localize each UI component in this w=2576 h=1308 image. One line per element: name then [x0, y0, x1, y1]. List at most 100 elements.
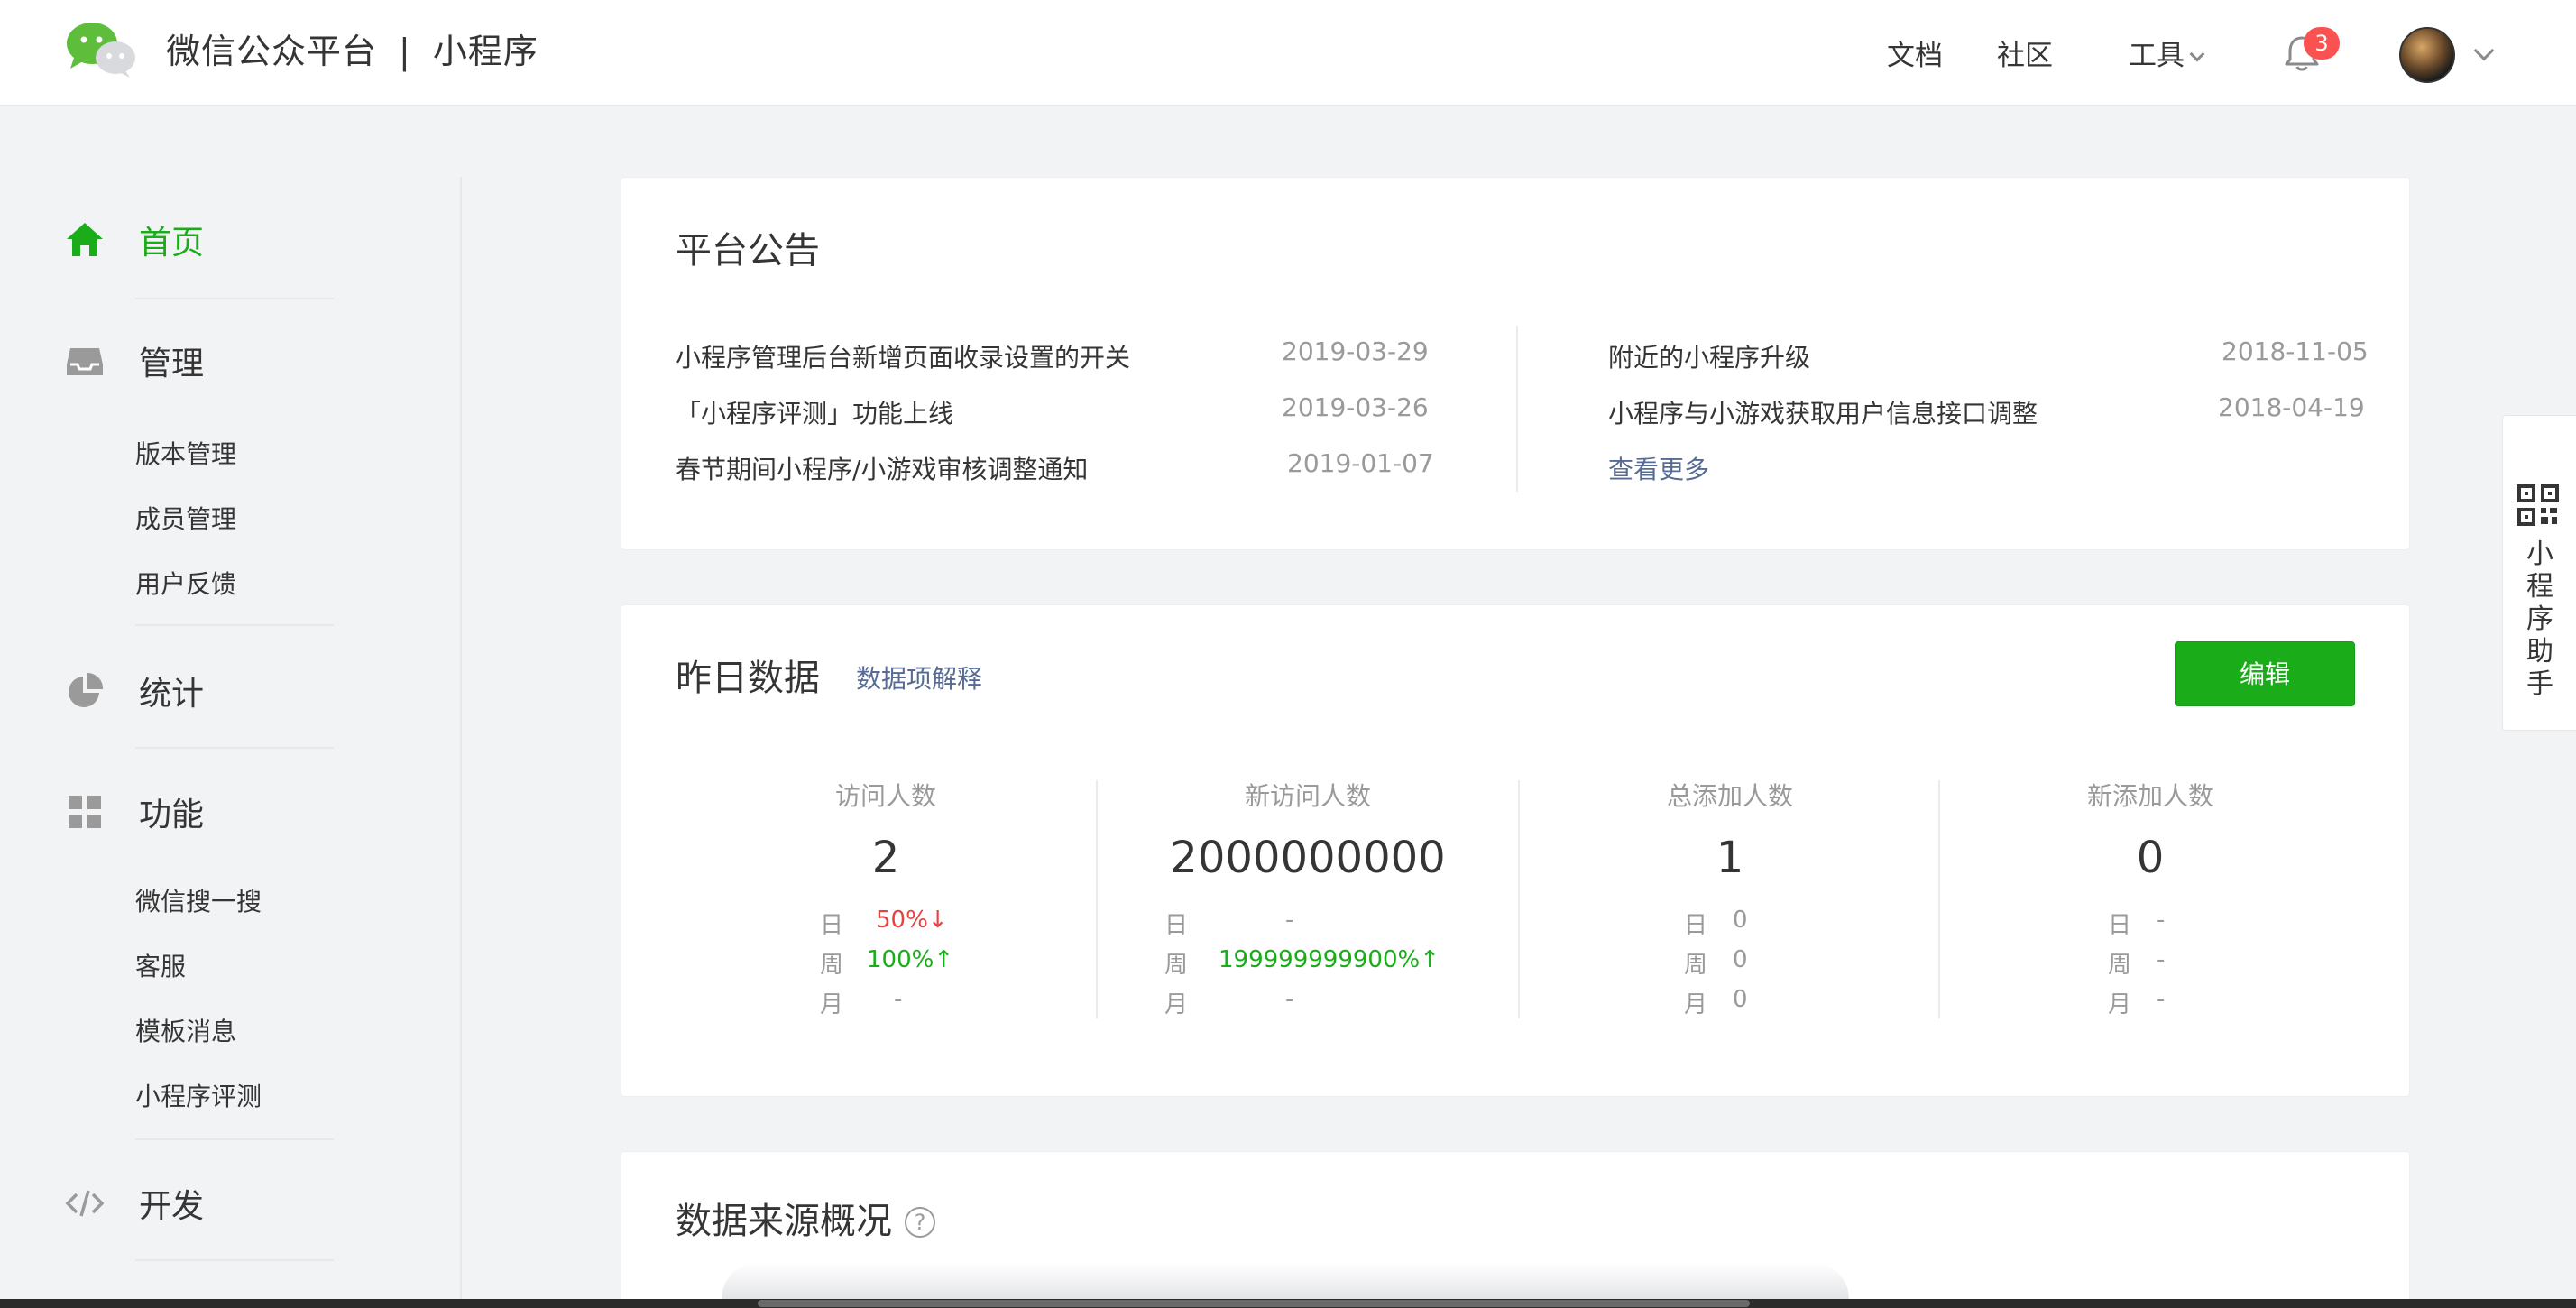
- row-label-month: 月: [820, 991, 844, 1018]
- metric-label: 新添加人数: [2086, 781, 2213, 811]
- metric-value: 1: [1716, 833, 1744, 883]
- nav-docs-link[interactable]: 文档: [1887, 32, 1943, 73]
- metric-day-change: 50%↓: [876, 907, 948, 934]
- code-icon: [65, 1190, 105, 1217]
- metric-total-added: 总添加人数 1 日0 周0 月0: [1520, 777, 1940, 1022]
- sidebar-item-label: 管理: [139, 345, 205, 382]
- sidebar-item-develop[interactable]: 开发: [65, 1180, 204, 1227]
- inbox-icon: [67, 348, 103, 375]
- announcement-date: 2019-03-29: [1282, 336, 1429, 366]
- metric-label: 总添加人数: [1666, 781, 1793, 811]
- row-label-day: 日: [1684, 912, 1708, 939]
- brand-separator: |: [399, 32, 411, 71]
- yesterday-data-card: 昨日数据 数据项解释 编辑 访问人数 2 日 50%↓ 周 100%↑ 月- 新访问…: [621, 604, 2410, 1097]
- top-header: 微信公众平台 | 小程序 文档 社区 工具 3: [0, 0, 2576, 106]
- metric-month-change: -: [2157, 986, 2166, 1013]
- sidebar-item-stats[interactable]: 统计: [65, 668, 204, 714]
- user-avatar[interactable]: [2399, 27, 2455, 83]
- sidebar-item-features[interactable]: 功能: [65, 788, 204, 835]
- announcements-title: 平台公告: [676, 230, 820, 272]
- miniprogram-assistant-text: 小程序助手: [2526, 539, 2553, 700]
- data-sources-title: 数据来源概况?: [676, 1192, 935, 1244]
- announcement-date: 2019-03-26: [1282, 392, 1429, 422]
- sidebar-item-wechat-search[interactable]: 微信搜一搜: [135, 882, 262, 918]
- view-more-link[interactable]: 查看更多: [1608, 450, 1709, 486]
- metric-value: 0: [2136, 833, 2165, 883]
- sidebar-item-home[interactable]: 首页: [65, 216, 204, 263]
- wechat-logo-icon[interactable]: [65, 20, 137, 79]
- sidebar-item-label: 统计: [139, 676, 205, 713]
- metric-week-change: 199999999900%↑: [1219, 946, 1440, 973]
- metric-day-change: -: [2157, 907, 2166, 934]
- announcement-link[interactable]: 小程序与小游戏获取用户信息接口调整: [1608, 394, 2038, 430]
- row-label-day: 日: [820, 912, 844, 939]
- notification-badge: 3: [2304, 27, 2340, 60]
- announcement-link[interactable]: 附近的小程序升级: [1608, 338, 1810, 374]
- pie-chart-icon: [69, 672, 104, 707]
- nav-community-link[interactable]: 社区: [1997, 32, 2053, 73]
- home-icon: [67, 223, 103, 256]
- row-label-day: 日: [1164, 912, 1189, 939]
- sidebar-divider: [135, 624, 334, 626]
- scrollbar-thumb[interactable]: [758, 1300, 1750, 1307]
- sidebar-item-label: 开发: [139, 1188, 205, 1225]
- metric-value: 2000000000: [1170, 833, 1446, 883]
- metric-month-change: 0: [1733, 986, 1748, 1013]
- yesterday-data-title: 昨日数据: [676, 658, 820, 699]
- sidebar-item-user-feedback[interactable]: 用户反馈: [135, 565, 236, 601]
- row-label-week: 周: [820, 952, 844, 979]
- sidebar-item-member-management[interactable]: 成员管理: [135, 500, 236, 536]
- sidebar-item-label: 功能: [139, 797, 205, 834]
- announcement-date: 2018-11-05: [2222, 336, 2369, 366]
- metric-month-change: -: [1285, 986, 1294, 1013]
- data-explain-link[interactable]: 数据项解释: [856, 659, 982, 695]
- announcement-link[interactable]: 春节期间小程序/小游戏审核调整通知: [676, 450, 1088, 486]
- metric-new-visitors: 新访问人数 2000000000 日 - 周 199999999900%↑ 月 -: [1098, 777, 1518, 1022]
- metric-day-change: -: [1285, 907, 1294, 934]
- sidebar-item-manage[interactable]: 管理: [65, 337, 204, 384]
- nav-tools-dropdown[interactable]: 工具: [2129, 32, 2205, 73]
- row-label-week: 周: [1684, 952, 1708, 979]
- miniprogram-assistant-label: 小程序助手: [2503, 539, 2576, 701]
- metric-day-change: 0: [1733, 907, 1748, 934]
- announcements-card: 平台公告 小程序管理后台新增页面收录设置的开关 2019-03-29 「小程序评…: [621, 177, 2410, 550]
- row-label-week: 周: [1164, 952, 1189, 979]
- metric-value: 2: [871, 833, 900, 883]
- metric-new-added: 新添加人数 0 日- 周- 月-: [1940, 777, 2360, 1022]
- sidebar-item-customer-service[interactable]: 客服: [135, 947, 186, 983]
- sidebar-item-version-management[interactable]: 版本管理: [135, 435, 236, 471]
- loading-shadow: [722, 1263, 1849, 1299]
- sidebar-divider: [135, 1138, 334, 1140]
- metric-week-change: 100%↑: [867, 946, 954, 973]
- miniprogram-assistant-tab[interactable]: 小程序助手: [2502, 415, 2576, 731]
- announcement-link[interactable]: 小程序管理后台新增页面收录设置的开关: [676, 338, 1130, 374]
- announcement-column-divider: [1516, 326, 1518, 492]
- chevron-down-icon: [2189, 46, 2205, 62]
- sidebar-item-template-messages[interactable]: 模板消息: [135, 1012, 236, 1048]
- edit-button[interactable]: 编辑: [2175, 641, 2355, 706]
- announcement-link[interactable]: 「小程序评测」功能上线: [676, 394, 953, 430]
- nav-tools-label: 工具: [2129, 40, 2185, 72]
- account-chevron-down-icon[interactable]: [2473, 40, 2495, 61]
- brand-title[interactable]: 微信公众平台 | 小程序: [166, 23, 538, 73]
- row-label-month: 月: [1164, 991, 1189, 1018]
- metric-visitors: 访问人数 2 日 50%↓ 周 100%↑ 月 -: [676, 777, 1096, 1022]
- brand-name: 微信公众平台: [166, 32, 378, 71]
- announcement-date: 2018-04-19: [2218, 392, 2365, 422]
- sidebar-divider: [135, 747, 334, 749]
- sidebar-divider: [135, 298, 334, 299]
- sidebar-item-miniprogram-review[interactable]: 小程序评测: [135, 1077, 262, 1113]
- row-label-week: 周: [2108, 952, 2132, 979]
- announcement-date: 2019-01-07: [1287, 448, 1434, 478]
- product-name: 小程序: [432, 32, 538, 71]
- sidebar-item-label: 首页: [139, 225, 205, 262]
- metric-month-change: -: [894, 986, 903, 1013]
- sidebar-divider-line: [460, 177, 462, 1308]
- data-sources-title-text: 数据来源概况: [676, 1201, 892, 1242]
- help-circle-icon[interactable]: ?: [905, 1207, 935, 1238]
- row-label-month: 月: [1684, 991, 1708, 1018]
- metric-week-change: -: [2157, 946, 2166, 973]
- grid-icon: [69, 796, 101, 828]
- row-label-month: 月: [2108, 991, 2132, 1018]
- sidebar-divider: [135, 1259, 334, 1261]
